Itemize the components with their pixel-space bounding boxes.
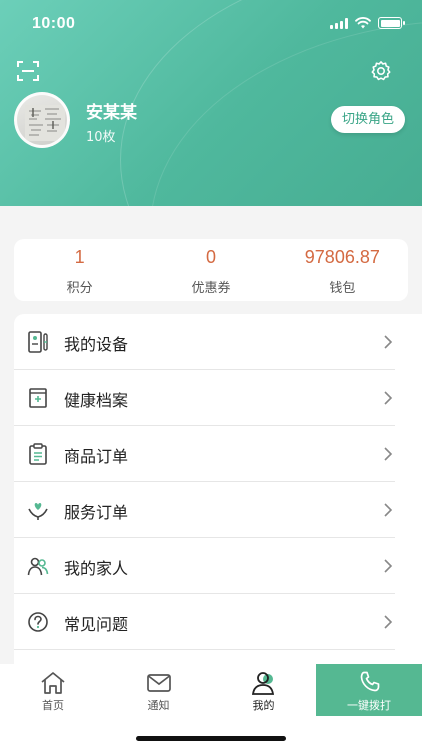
- chevron-right-icon: [384, 615, 393, 629]
- avatar[interactable]: [14, 92, 70, 148]
- switch-role-button[interactable]: 切换角色: [331, 106, 406, 133]
- status-time: 10:00: [32, 15, 76, 32]
- menu-item-my-family[interactable]: 我的家人: [14, 538, 395, 594]
- tab-label: 通知: [147, 699, 170, 712]
- user-icon: [251, 672, 274, 695]
- menu-item-health-records[interactable]: 健康档案: [14, 370, 395, 426]
- chevron-right-icon: [384, 503, 393, 517]
- profile-header: 10:00 安某某 10枚 切换角色: [0, 0, 422, 206]
- chevron-right-icon: [384, 447, 393, 461]
- stat-value: 97806.87: [304, 247, 380, 267]
- menu-label: 常见问题: [64, 615, 129, 634]
- signal-icon: [330, 17, 348, 29]
- stat-value: 1: [74, 247, 85, 267]
- menu-label: 健康档案: [64, 391, 129, 410]
- battery-icon: [378, 17, 405, 29]
- home-icon: [41, 672, 65, 694]
- tab-label: 一键拨打: [347, 699, 391, 712]
- avatar-image: [25, 105, 65, 141]
- stats-card: 1 积分 0 优惠券 97806.87 钱包: [14, 239, 408, 301]
- stat-coupons[interactable]: 0 优惠券: [145, 239, 276, 301]
- scan-icon[interactable]: [16, 59, 40, 83]
- tab-label: 我的: [252, 699, 275, 712]
- menu-item-faq[interactable]: 常见问题: [14, 594, 395, 650]
- menu-label: 我的家人: [64, 559, 129, 578]
- wifi-icon: [355, 17, 371, 29]
- status-bar: 10:00: [0, 0, 422, 50]
- user-name: 安某某: [86, 103, 137, 123]
- question-icon: [28, 612, 48, 632]
- stat-label: 钱包: [329, 281, 356, 296]
- chevron-right-icon: [384, 335, 393, 349]
- menu-label: 商品订单: [64, 447, 129, 466]
- menu-label: 我的设备: [64, 335, 129, 354]
- tab-home[interactable]: 首页: [0, 664, 106, 716]
- clipboard-icon: [29, 443, 47, 465]
- mail-icon: [146, 674, 171, 692]
- stat-value: 0: [205, 247, 216, 267]
- tab-label: 首页: [42, 699, 64, 712]
- menu-item-my-devices[interactable]: 我的设备: [14, 314, 395, 370]
- family-icon: [27, 557, 49, 576]
- stat-wallet[interactable]: 97806.87 钱包: [277, 239, 408, 301]
- menu-item-service-orders[interactable]: 服务订单: [14, 482, 395, 538]
- user-subtitle: 10枚: [86, 130, 116, 145]
- chevron-right-icon: [384, 391, 393, 405]
- home-indicator: [136, 736, 286, 741]
- health-record-icon: [29, 388, 47, 408]
- menu-item-product-orders[interactable]: 商品订单: [14, 426, 395, 482]
- care-hands-icon: [28, 503, 48, 520]
- menu-label: 服务订单: [64, 503, 129, 522]
- chevron-right-icon: [384, 559, 393, 573]
- one-click-call-button[interactable]: 一键拨打: [316, 664, 422, 716]
- gear-icon[interactable]: [370, 60, 392, 82]
- phone-icon: [360, 671, 380, 692]
- device-icon: [28, 331, 48, 353]
- stat-points[interactable]: 1 积分: [14, 239, 145, 301]
- tab-notifications[interactable]: 通知: [106, 664, 211, 716]
- stat-label: 积分: [66, 281, 93, 296]
- tab-mine[interactable]: 我的: [211, 664, 316, 716]
- menu-list: 我的设备 健康档案 商品订单 服务订单 我的家人 常见问题: [14, 314, 422, 666]
- status-icons: [330, 17, 405, 29]
- stat-label: 优惠券: [191, 281, 231, 296]
